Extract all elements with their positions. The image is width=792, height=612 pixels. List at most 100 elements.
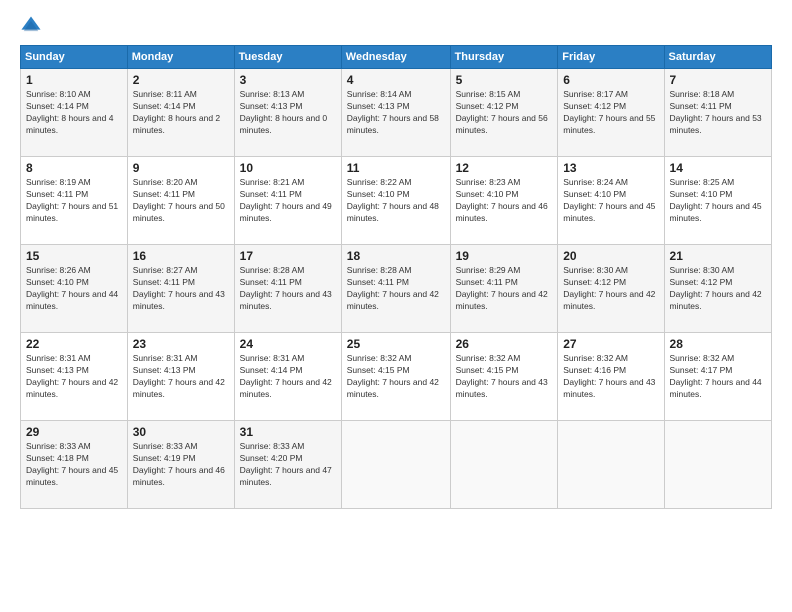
day-info: Sunrise: 8:31 AMSunset: 4:13 PMDaylight:… — [133, 353, 225, 399]
day-number: 12 — [456, 161, 553, 175]
day-number: 25 — [347, 337, 445, 351]
day-info: Sunrise: 8:18 AMSunset: 4:11 PMDaylight:… — [670, 89, 762, 135]
day-number: 26 — [456, 337, 553, 351]
day-cell: 16Sunrise: 8:27 AMSunset: 4:11 PMDayligh… — [127, 245, 234, 333]
weekday-sunday: Sunday — [21, 46, 128, 69]
day-cell: 4 Sunrise: 8:14 AMSunset: 4:13 PMDaylight… — [341, 69, 450, 157]
weekday-wednesday: Wednesday — [341, 46, 450, 69]
day-info: Sunrise: 8:33 AMSunset: 4:20 PMDaylight:… — [240, 441, 332, 487]
day-cell: 14 Sunrise: 8:25 AMSunset: 4:10 PMDayligh… — [664, 157, 771, 245]
day-cell — [341, 421, 450, 509]
day-info: Sunrise: 8:15 AMSunset: 4:12 PMDaylight:… — [456, 89, 548, 135]
logo-icon — [20, 15, 42, 37]
day-cell — [450, 421, 558, 509]
day-number: 3 — [240, 73, 336, 87]
day-info: Sunrise: 8:33 AMSunset: 4:18 PMDaylight:… — [26, 441, 118, 487]
day-number: 21 — [670, 249, 766, 263]
day-info: Sunrise: 8:32 AMSunset: 4:15 PMDaylight:… — [456, 353, 548, 399]
day-cell: 8Sunrise: 8:19 AMSunset: 4:11 PMDaylight… — [21, 157, 128, 245]
day-cell: 21 Sunrise: 8:30 AMSunset: 4:12 PMDayligh… — [664, 245, 771, 333]
day-number: 28 — [670, 337, 766, 351]
weekday-saturday: Saturday — [664, 46, 771, 69]
day-info: Sunrise: 8:17 AMSunset: 4:12 PMDaylight:… — [563, 89, 655, 135]
day-cell: 12 Sunrise: 8:23 AMSunset: 4:10 PMDayligh… — [450, 157, 558, 245]
day-info: Sunrise: 8:31 AMSunset: 4:13 PMDaylight:… — [26, 353, 118, 399]
day-info: Sunrise: 8:13 AMSunset: 4:13 PMDaylight:… — [240, 89, 327, 135]
day-number: 10 — [240, 161, 336, 175]
day-number: 5 — [456, 73, 553, 87]
day-cell: 15 Sunrise: 8:26 AMSunset: 4:10 PMDayligh… — [21, 245, 128, 333]
day-cell: 9Sunrise: 8:20 AMSunset: 4:11 PMDaylight… — [127, 157, 234, 245]
day-cell: 28Sunrise: 8:32 AMSunset: 4:17 PMDayligh… — [664, 333, 771, 421]
day-number: 15 — [26, 249, 122, 263]
weekday-thursday: Thursday — [450, 46, 558, 69]
weekday-header-row: SundayMondayTuesdayWednesdayThursdayFrid… — [21, 46, 772, 69]
week-row-2: 8Sunrise: 8:19 AMSunset: 4:11 PMDaylight… — [21, 157, 772, 245]
day-cell: 27Sunrise: 8:32 AMSunset: 4:16 PMDayligh… — [558, 333, 664, 421]
day-info: Sunrise: 8:23 AMSunset: 4:10 PMDaylight:… — [456, 177, 548, 223]
day-cell: 3 Sunrise: 8:13 AMSunset: 4:13 PMDaylight… — [234, 69, 341, 157]
day-info: Sunrise: 8:30 AMSunset: 4:12 PMDaylight:… — [670, 265, 762, 311]
day-number: 6 — [563, 73, 658, 87]
day-info: Sunrise: 8:14 AMSunset: 4:13 PMDaylight:… — [347, 89, 439, 135]
day-info: Sunrise: 8:24 AMSunset: 4:10 PMDaylight:… — [563, 177, 655, 223]
day-number: 8 — [26, 161, 122, 175]
day-info: Sunrise: 8:22 AMSunset: 4:10 PMDaylight:… — [347, 177, 439, 223]
day-info: Sunrise: 8:27 AMSunset: 4:11 PMDaylight:… — [133, 265, 225, 311]
day-info: Sunrise: 8:29 AMSunset: 4:11 PMDaylight:… — [456, 265, 548, 311]
week-row-5: 29 Sunrise: 8:33 AMSunset: 4:18 PMDayligh… — [21, 421, 772, 509]
day-cell: 23 Sunrise: 8:31 AMSunset: 4:13 PMDayligh… — [127, 333, 234, 421]
calendar: SundayMondayTuesdayWednesdayThursdayFrid… — [20, 45, 772, 509]
day-number: 19 — [456, 249, 553, 263]
day-info: Sunrise: 8:31 AMSunset: 4:14 PMDaylight:… — [240, 353, 332, 399]
weekday-tuesday: Tuesday — [234, 46, 341, 69]
week-row-4: 22 Sunrise: 8:31 AMSunset: 4:13 PMDayligh… — [21, 333, 772, 421]
day-number: 7 — [670, 73, 766, 87]
day-cell: 7 Sunrise: 8:18 AMSunset: 4:11 PMDaylight… — [664, 69, 771, 157]
day-cell: 18 Sunrise: 8:28 AMSunset: 4:11 PMDayligh… — [341, 245, 450, 333]
day-number: 18 — [347, 249, 445, 263]
day-cell: 11Sunrise: 8:22 AMSunset: 4:10 PMDayligh… — [341, 157, 450, 245]
day-number: 2 — [133, 73, 229, 87]
weekday-friday: Friday — [558, 46, 664, 69]
day-number: 9 — [133, 161, 229, 175]
day-number: 24 — [240, 337, 336, 351]
day-number: 29 — [26, 425, 122, 439]
day-cell — [664, 421, 771, 509]
day-cell: 31 Sunrise: 8:33 AMSunset: 4:20 PMDayligh… — [234, 421, 341, 509]
week-row-1: 1 Sunrise: 8:10 AMSunset: 4:14 PMDaylight… — [21, 69, 772, 157]
day-info: Sunrise: 8:21 AMSunset: 4:11 PMDaylight:… — [240, 177, 332, 223]
day-info: Sunrise: 8:25 AMSunset: 4:10 PMDaylight:… — [670, 177, 762, 223]
day-cell: 1 Sunrise: 8:10 AMSunset: 4:14 PMDaylight… — [21, 69, 128, 157]
day-number: 17 — [240, 249, 336, 263]
day-number: 13 — [563, 161, 658, 175]
day-number: 4 — [347, 73, 445, 87]
day-info: Sunrise: 8:28 AMSunset: 4:11 PMDaylight:… — [347, 265, 439, 311]
day-info: Sunrise: 8:32 AMSunset: 4:15 PMDaylight:… — [347, 353, 439, 399]
day-number: 23 — [133, 337, 229, 351]
day-number: 1 — [26, 73, 122, 87]
day-cell: 6 Sunrise: 8:17 AMSunset: 4:12 PMDaylight… — [558, 69, 664, 157]
day-number: 22 — [26, 337, 122, 351]
day-cell: 26 Sunrise: 8:32 AMSunset: 4:15 PMDayligh… — [450, 333, 558, 421]
day-cell: 24 Sunrise: 8:31 AMSunset: 4:14 PMDayligh… — [234, 333, 341, 421]
day-number: 20 — [563, 249, 658, 263]
day-number: 31 — [240, 425, 336, 439]
day-info: Sunrise: 8:10 AMSunset: 4:14 PMDaylight:… — [26, 89, 113, 135]
day-cell: 13 Sunrise: 8:24 AMSunset: 4:10 PMDayligh… — [558, 157, 664, 245]
day-cell — [558, 421, 664, 509]
day-number: 30 — [133, 425, 229, 439]
day-info: Sunrise: 8:28 AMSunset: 4:11 PMDaylight:… — [240, 265, 332, 311]
day-cell: 29 Sunrise: 8:33 AMSunset: 4:18 PMDayligh… — [21, 421, 128, 509]
day-cell: 25 Sunrise: 8:32 AMSunset: 4:15 PMDayligh… — [341, 333, 450, 421]
day-cell: 19 Sunrise: 8:29 AMSunset: 4:11 PMDayligh… — [450, 245, 558, 333]
day-info: Sunrise: 8:11 AMSunset: 4:14 PMDaylight:… — [133, 89, 220, 135]
day-cell: 22 Sunrise: 8:31 AMSunset: 4:13 PMDayligh… — [21, 333, 128, 421]
week-row-3: 15 Sunrise: 8:26 AMSunset: 4:10 PMDayligh… — [21, 245, 772, 333]
day-info: Sunrise: 8:33 AMSunset: 4:19 PMDaylight:… — [133, 441, 225, 487]
day-number: 14 — [670, 161, 766, 175]
header — [20, 15, 772, 37]
day-cell: 2 Sunrise: 8:11 AMSunset: 4:14 PMDaylight… — [127, 69, 234, 157]
day-info: Sunrise: 8:26 AMSunset: 4:10 PMDaylight:… — [26, 265, 118, 311]
day-info: Sunrise: 8:30 AMSunset: 4:12 PMDaylight:… — [563, 265, 655, 311]
